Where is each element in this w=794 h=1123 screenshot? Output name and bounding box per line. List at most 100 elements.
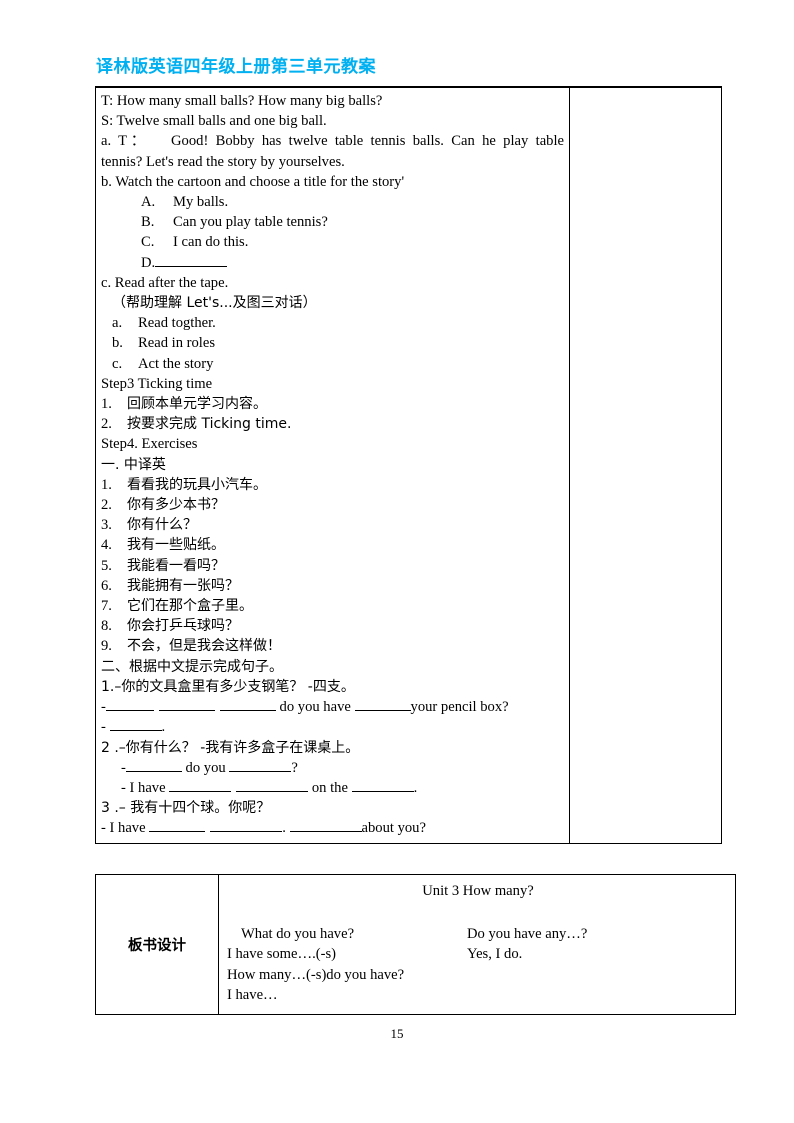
q2-dash: - bbox=[121, 759, 126, 776]
choice-d-marker: D. bbox=[141, 254, 156, 271]
step4-heading: Step4. Exercises bbox=[101, 436, 198, 453]
q1-answer-line-2: - . bbox=[101, 719, 166, 736]
q2-pre-text: - I have bbox=[121, 779, 170, 796]
lesson-content-cell: T: How many small balls? How many big ba… bbox=[95, 85, 570, 844]
q2-answer-line-1: - do you ? bbox=[101, 758, 564, 778]
exercise-item: 1. 看看我的玩具小汽车。 bbox=[101, 475, 564, 495]
exercise-item-marker: 3. bbox=[101, 517, 112, 534]
exercise-item-text: 不会，但是我会这样做！ bbox=[127, 638, 281, 655]
exercise-item-marker: 4. bbox=[101, 537, 112, 554]
q1-mid-text: do you have bbox=[275, 699, 355, 716]
step3-item-1-text: 回顾本单元学习内容。 bbox=[127, 396, 267, 413]
exercise-item: 5. 我能看一看吗？ bbox=[101, 556, 564, 576]
subitem-a-text: Read togther. bbox=[138, 315, 216, 332]
exercise-item-marker: 7. bbox=[101, 598, 112, 615]
blackboard-design-table: 板书设计 Unit 3 How many? What do you have? D… bbox=[95, 874, 736, 1015]
subitem-b-marker: b. bbox=[112, 335, 123, 352]
q2-blank-5 bbox=[351, 790, 414, 792]
blackboard-row: I have… bbox=[227, 985, 729, 1006]
step2-item-a-line2: tennis? Let's read the story by yourselv… bbox=[101, 153, 345, 170]
q3-end-text: about you? bbox=[361, 820, 426, 837]
q1-blank-3 bbox=[219, 710, 276, 712]
exercise-item-text: 看看我的玩具小汽车。 bbox=[127, 476, 267, 493]
q1-blank-2 bbox=[158, 710, 215, 712]
step2-item-b: b. Watch the cartoon and choose a title … bbox=[101, 173, 405, 190]
q3-prompt: 3 .– 我有十四个球。你呢？ bbox=[101, 800, 271, 817]
q2-blank-4 bbox=[236, 790, 309, 792]
exercise-item-marker: 5. bbox=[101, 557, 112, 574]
blackboard-row: I have some….(-s) Yes, I do. bbox=[227, 944, 729, 965]
q2-answer-line-2: - I have on the . bbox=[101, 778, 564, 798]
q1-blank-4 bbox=[354, 710, 411, 712]
q2-blank-1 bbox=[125, 770, 182, 772]
q2-end-text: ? bbox=[291, 759, 298, 776]
exercise-item-marker: 2. bbox=[101, 497, 112, 514]
step3-item-2-text: 按要求完成 Ticking time. bbox=[127, 416, 292, 433]
subitem-b-text: Read in roles bbox=[138, 335, 216, 352]
lesson-content: T: How many small balls? How many big ba… bbox=[96, 88, 569, 843]
subitem-b: b. Read in roles bbox=[101, 333, 564, 353]
exercise-item: 6. 我能拥有一张吗？ bbox=[101, 576, 564, 596]
step2-item-a: a. T： Good! Bobby has twelve table tenni… bbox=[101, 131, 564, 151]
q2-blank-2 bbox=[229, 770, 292, 772]
choice-d-blank bbox=[155, 265, 228, 267]
blackboard-row-right: Do you have any…? bbox=[467, 925, 588, 942]
q1-dash: - bbox=[101, 699, 106, 716]
page-number: 15 bbox=[390, 1026, 404, 1041]
page-title: 译林版英语四年级上册第三单元教案 bbox=[96, 57, 376, 77]
q2-end-text-2: . bbox=[413, 779, 418, 796]
exercise-item-text: 你有多少本书？ bbox=[127, 497, 225, 514]
blackboard-row: How many…(-s)do you have? bbox=[227, 965, 729, 986]
step3-heading: Step3 Ticking time bbox=[101, 375, 213, 392]
subitem-c-marker: c. bbox=[112, 355, 123, 372]
blackboard-heading: Unit 3 How many? bbox=[422, 883, 534, 899]
q3-pre-text: - I have bbox=[101, 820, 150, 837]
subitem-a: a. Read togther. bbox=[101, 313, 564, 333]
blackboard-row-left: I have… bbox=[227, 987, 278, 1003]
exercise-item-text: 我有一些贴纸。 bbox=[127, 537, 225, 554]
q2-blank-3 bbox=[169, 790, 232, 792]
blackboard-label: 板书设计 bbox=[95, 874, 219, 1015]
subitem-c-text: Act the story bbox=[138, 355, 214, 372]
q2-prompt: 2 .–你有什么？ -我有许多盒子在课桌上。 bbox=[101, 739, 360, 756]
q1-blank-5 bbox=[109, 730, 162, 732]
blackboard-row-left: I have some….(-s) bbox=[227, 946, 337, 962]
document-page: 译林版英语四年级上册第三单元教案 T: How many small balls… bbox=[0, 0, 794, 1123]
exercise-item: 9. 不会，但是我会这样做！ bbox=[101, 636, 564, 656]
table-row: 板书设计 Unit 3 How many? What do you have? D… bbox=[95, 874, 736, 1015]
choice-a-text: My balls. bbox=[173, 194, 229, 211]
q3-blank-1 bbox=[149, 831, 206, 833]
q3-mid-text: . bbox=[282, 820, 290, 837]
exercise-item: 3. 你有什么？ bbox=[101, 515, 564, 535]
exercise-item: 7. 它们在那个盒子里。 bbox=[101, 596, 564, 616]
step3-item-2: 2. 按要求完成 Ticking time. bbox=[101, 414, 564, 434]
blackboard-row-left: What do you have? bbox=[241, 925, 355, 942]
step2-item-a-marker: a. T： bbox=[101, 133, 150, 150]
q1-prompt: 1.–你的文具盒里有多少支钢笔？ -四支。 bbox=[101, 678, 355, 695]
subitem-a-marker: a. bbox=[112, 315, 123, 332]
step3-item-1-marker: 1. bbox=[101, 396, 112, 413]
blackboard-row-right: Yes, I do. bbox=[467, 946, 523, 962]
dialogue-line-student: S: Twelve small balls and one big ball. bbox=[101, 113, 327, 130]
exercise-section-2-heading: 二、根据中文提示完成句子。 bbox=[101, 658, 283, 675]
exercise-item-text: 它们在那个盒子里。 bbox=[127, 598, 253, 615]
table-row: T: How many small balls? How many big ba… bbox=[95, 85, 722, 844]
step3-item-1: 1. 回顾本单元学习内容。 bbox=[101, 394, 564, 414]
q1-answer-line-1: - do you have your pencil box? bbox=[101, 697, 564, 717]
exercise-item-text: 你会打乒乓球吗？ bbox=[127, 618, 239, 635]
step2-item-a-line1: Good! Bobby has twelve table tennis ball… bbox=[171, 133, 564, 150]
choice-d: D. bbox=[101, 253, 564, 273]
blackboard-row-left: How many…(-s)do you have? bbox=[227, 966, 405, 983]
subitem-c: c. Act the story bbox=[101, 354, 564, 374]
choice-c-marker: C. bbox=[141, 234, 155, 251]
exercise-item: 8. 你会打乒乓球吗？ bbox=[101, 616, 564, 636]
lesson-plan-table: T: How many small balls? How many big ba… bbox=[95, 85, 722, 844]
choice-c: C. I can do this. bbox=[101, 232, 564, 252]
dialogue-line-teacher: T: How many small balls? How many big ba… bbox=[101, 93, 383, 109]
exercise-item-marker: 8. bbox=[101, 618, 112, 635]
exercise-item-text: 你有什么？ bbox=[127, 517, 197, 534]
q2-mid-text-2: on the bbox=[308, 779, 352, 796]
step2-item-c: c. Read after the tape. bbox=[101, 274, 229, 291]
exercise-item: 4. 我有一些贴纸。 bbox=[101, 535, 564, 555]
step2-note-chinese: （帮助理解 Let's...及图三对话） bbox=[112, 295, 317, 312]
